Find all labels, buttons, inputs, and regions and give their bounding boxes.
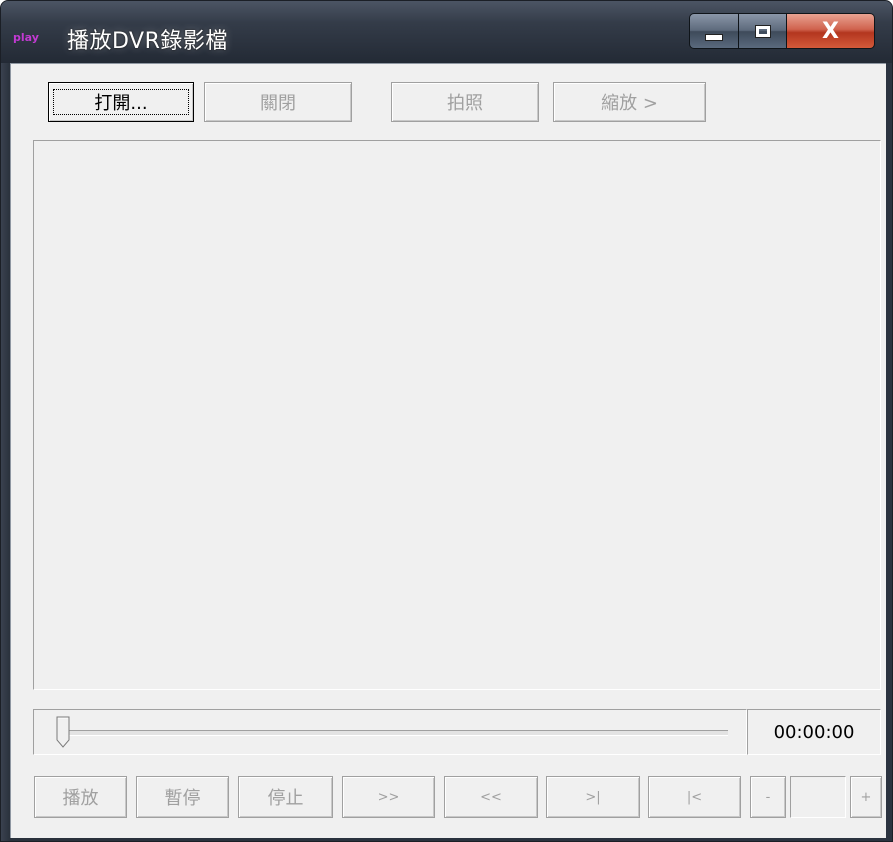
step-back-label: |< xyxy=(686,789,703,805)
rewind-button[interactable]: << xyxy=(444,776,538,818)
caption-buttons: X xyxy=(689,13,875,51)
zoom-button-label: 縮放 > xyxy=(601,93,658,114)
time-display: 00:00:00 xyxy=(747,709,881,755)
speed-plus-label: + xyxy=(860,789,872,805)
video-display-area xyxy=(33,140,881,690)
app-play-icon[interactable]: play xyxy=(13,31,39,44)
zoom-button[interactable]: 縮放 > xyxy=(553,82,706,122)
maximize-button[interactable] xyxy=(739,13,787,49)
maximize-icon xyxy=(754,24,771,38)
open-button[interactable]: 打開... xyxy=(48,82,194,122)
minimize-button[interactable] xyxy=(689,13,739,49)
pause-button-label: 暫停 xyxy=(164,788,201,809)
play-button[interactable]: 播放 xyxy=(34,776,127,818)
close-button[interactable]: 關閉 xyxy=(204,82,352,122)
stop-button[interactable]: 停止 xyxy=(238,776,333,818)
open-button-label: 打開... xyxy=(53,89,189,115)
title-bar[interactable]: play 播放DVR錄影檔 X xyxy=(1,1,892,63)
fast-forward-label: >> xyxy=(377,789,400,805)
speed-minus-button[interactable]: - xyxy=(750,776,786,818)
stop-button-label: 停止 xyxy=(267,788,304,809)
play-button-label: 播放 xyxy=(62,788,99,809)
seek-track xyxy=(68,730,728,736)
step-back-button[interactable]: |< xyxy=(648,776,741,818)
close-window-button[interactable]: X xyxy=(787,13,875,49)
minimize-icon xyxy=(705,33,723,41)
snapshot-button[interactable]: 拍照 xyxy=(391,82,539,122)
client-area: 打開... 關閉 拍照 縮放 > 00:00:00 播放 暫停 停止 >> <<… xyxy=(10,63,886,838)
seek-slider[interactable] xyxy=(33,709,747,755)
snapshot-button-label: 拍照 xyxy=(447,93,483,114)
step-forward-label: >| xyxy=(585,789,601,805)
fast-forward-button[interactable]: >> xyxy=(342,776,435,818)
close-icon: X xyxy=(822,18,839,44)
speed-minus-label: - xyxy=(765,789,771,805)
step-forward-button[interactable]: >| xyxy=(546,776,640,818)
rewind-label: << xyxy=(480,789,502,805)
seek-thumb[interactable] xyxy=(56,716,70,748)
close-button-label: 關閉 xyxy=(260,93,296,114)
dvr-player-window: play 播放DVR錄影檔 X 打開... 關閉 拍照 縮放 > 00:00:0… xyxy=(0,0,893,842)
window-title: 播放DVR錄影檔 xyxy=(67,29,228,54)
speed-plus-button[interactable]: + xyxy=(850,776,882,818)
pause-button[interactable]: 暫停 xyxy=(136,776,229,818)
speed-value-field[interactable] xyxy=(790,776,846,818)
